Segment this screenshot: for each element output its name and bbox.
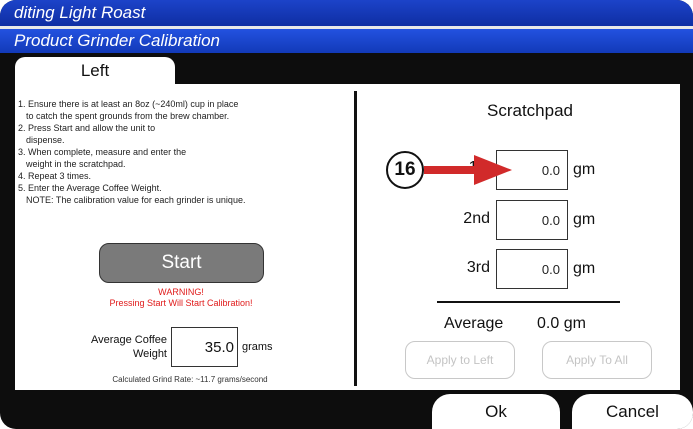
annotation-callout: 16	[386, 151, 424, 189]
app-window: diting Light Roast Product Grinder Calib…	[0, 0, 693, 429]
annotation-arrow-icon	[424, 155, 512, 185]
